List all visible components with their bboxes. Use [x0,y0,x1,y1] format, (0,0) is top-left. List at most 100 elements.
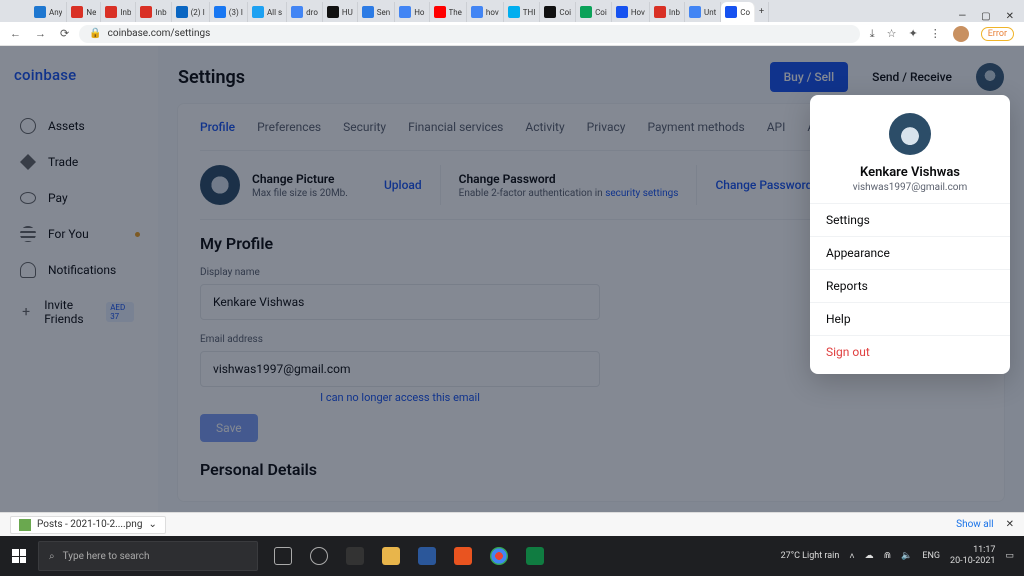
menu-icon[interactable]: ⋮ [930,27,941,40]
favicon [362,6,374,18]
popover-item-reports[interactable]: Reports [810,269,1010,302]
browser-tab[interactable]: Any [30,2,67,22]
browser-tab[interactable]: Hov [612,2,650,22]
favicon [616,6,628,18]
error-badge[interactable]: Error [981,27,1014,41]
favicon [508,6,520,18]
tab-label: hov [486,8,499,17]
browser-tab[interactable]: Sen [358,2,395,22]
cortana-button[interactable] [304,541,334,571]
taskbar-app-1[interactable] [340,541,370,571]
favicon [689,6,701,18]
window-controls: — ▢ ✕ [948,8,1024,22]
show-all-link[interactable]: Show all [956,519,993,530]
tab-label: THI [523,8,536,17]
weather-widget[interactable]: 27°C Light rain [781,551,840,561]
chevron-down-icon[interactable]: ⌄ [148,519,156,530]
favicon [399,6,411,18]
tab-label: Coi [595,8,607,17]
browser-tab[interactable]: HU [323,2,358,22]
popover-item-appearance[interactable]: Appearance [810,236,1010,269]
wifi-icon[interactable]: ⋒ [884,551,892,561]
browser-tab[interactable]: hov [467,2,504,22]
favicon [252,6,264,18]
tab-label: Any [49,8,62,17]
browser-tab[interactable]: All s [248,2,287,22]
browser-tab[interactable]: Coi [576,2,612,22]
favicon [327,6,339,18]
tab-label: Unt [704,8,716,17]
lock-icon: 🔒 [89,28,101,39]
new-tab-button[interactable]: + [755,2,769,22]
favicon [725,6,737,18]
url-text: coinbase.com/settings [108,28,211,39]
start-button[interactable] [0,549,38,563]
browser-tab[interactable]: Ne [67,2,101,22]
extensions-icon[interactable]: ✦ [908,27,917,40]
windows-icon [12,549,26,563]
browser-tab[interactable]: Unt [685,2,721,22]
popover-email: vishwas1997@gmail.com [824,182,996,193]
favicon [176,6,188,18]
download-chip[interactable]: Posts - 2021-10-2....png ⌄ [10,516,166,534]
browser-tab[interactable]: Inb [136,2,171,22]
browser-tab[interactable]: Coi [540,2,576,22]
tab-label: (2) I [191,8,205,17]
task-view-button[interactable] [268,541,298,571]
browser-tabstrip: AnyNeInbInb(2) I(3) IAll sdroHUSenHoTheh… [0,0,1024,22]
tray-chevron-icon[interactable]: ˄ [849,551,854,562]
popover-item-settings[interactable]: Settings [810,203,1010,236]
reload-button[interactable]: ⟳ [60,27,69,40]
tab-label: Inb [669,8,680,17]
browser-tab[interactable]: (3) I [210,2,248,22]
browser-tab[interactable]: THI [504,2,541,22]
taskbar-app-5[interactable] [484,541,514,571]
maximize-button[interactable]: ▢ [981,11,990,22]
tab-label: Hov [631,8,645,17]
browser-tab[interactable]: (2) I [172,2,210,22]
favicon [105,6,117,18]
browser-tab[interactable]: The [430,2,467,22]
bookmark-icon[interactable]: ☆ [887,27,897,40]
taskbar-search[interactable]: ⌕ Type here to search [38,541,258,571]
profile-chip[interactable] [953,26,969,42]
favicon [471,6,483,18]
close-shelf-button[interactable]: ✕ [1006,519,1014,530]
favicon [34,6,46,18]
favicon [71,6,83,18]
minimize-button[interactable]: — [958,11,966,22]
search-icon: ⌕ [49,551,55,562]
language-indicator[interactable]: ENG [922,551,940,561]
tab-label: The [449,8,462,17]
close-window-button[interactable]: ✕ [1006,11,1014,22]
taskbar-app-4[interactable] [448,541,478,571]
sound-icon[interactable]: 🔈 [901,551,912,561]
browser-tab[interactable]: Co [721,2,755,22]
notifications-icon[interactable]: ▭ [1005,551,1014,561]
browser-tab[interactable]: Ho [395,2,429,22]
forward-button[interactable]: → [35,27,46,40]
popover-item-signout[interactable]: Sign out [810,335,1010,368]
back-button[interactable]: ← [10,27,21,40]
taskbar-app-6[interactable] [520,541,550,571]
taskbar: ⌕ Type here to search 27°C Light rain ˄ … [0,536,1024,576]
cloud-icon[interactable]: ☁ [865,551,874,561]
url-field[interactable]: 🔒 coinbase.com/settings [79,25,860,43]
install-icon[interactable]: ⤓ [870,27,875,41]
clock[interactable]: 11:1720-10-2021 [950,545,995,567]
browser-tab[interactable]: Inb [650,2,685,22]
favicon [214,6,226,18]
taskbar-app-3[interactable] [412,541,442,571]
favicon [140,6,152,18]
popover-item-help[interactable]: Help [810,302,1010,335]
tab-label: Coi [559,8,571,17]
download-shelf: Posts - 2021-10-2....png ⌄ Show all ✕ [0,512,1024,536]
tab-label: Inb [155,8,166,17]
tab-label: All s [267,8,282,17]
taskbar-app-2[interactable] [376,541,406,571]
browser-tab[interactable]: Inb [101,2,136,22]
tab-label: Sen [377,8,390,17]
favicon [654,6,666,18]
browser-tab[interactable]: dro [287,2,323,22]
favicon [580,6,592,18]
